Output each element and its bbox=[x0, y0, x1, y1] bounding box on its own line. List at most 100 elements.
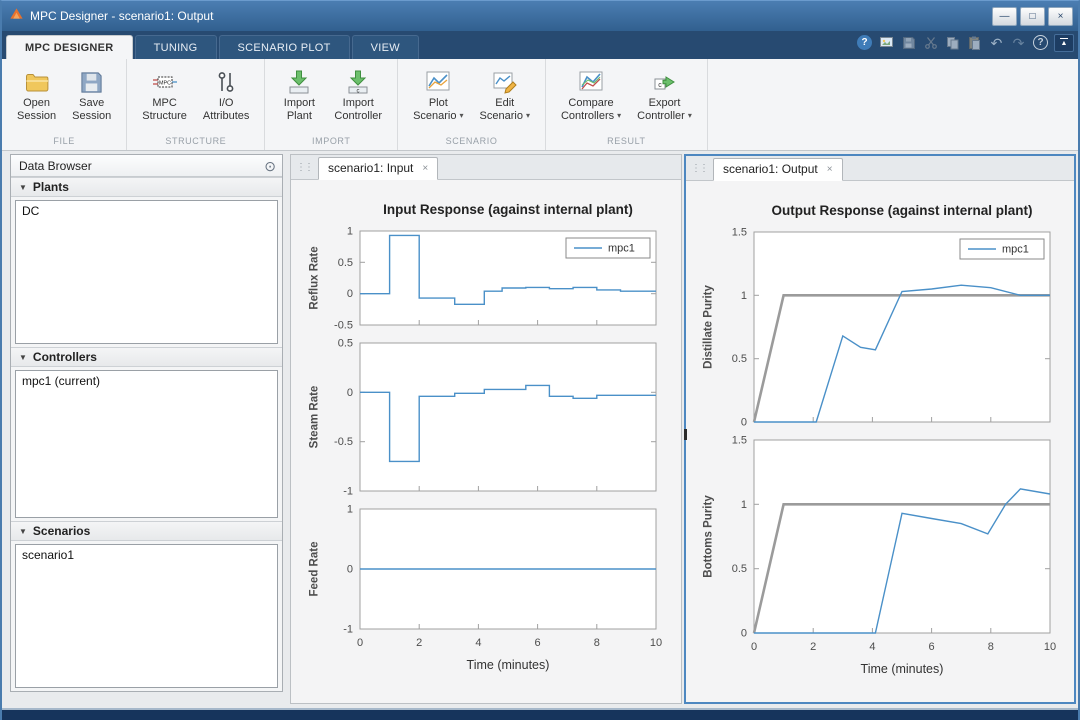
svg-text:Reflux Rate: Reflux Rate bbox=[309, 246, 321, 309]
subplot: 1.5 1 0.5 00 2 4 6 8 10 Bottoms Purity Time (minut… bbox=[703, 435, 1057, 677]
collapse-ribbon-icon: ▲ bbox=[1060, 40, 1068, 48]
undo-icon[interactable]: ↶ bbox=[988, 34, 1005, 51]
copy-icon[interactable] bbox=[944, 34, 961, 51]
import-plant-button[interactable]: Import Plant bbox=[274, 64, 324, 125]
mpc-structure-button[interactable]: MPC MPC Structure bbox=[136, 64, 193, 125]
svg-text:1.5: 1.5 bbox=[732, 227, 747, 239]
open-session-icon bbox=[24, 68, 50, 96]
svg-text:Time (minutes): Time (minutes) bbox=[861, 662, 944, 676]
controllers-section-header[interactable]: ▼ Controllers bbox=[11, 347, 282, 367]
import-controller-icon: c bbox=[345, 68, 371, 96]
input-response-title: Input Response (against internal plant) bbox=[383, 202, 633, 217]
maximize-button[interactable]: □ bbox=[1020, 6, 1045, 26]
tab-scenario1-output[interactable]: scenario1: Output × bbox=[713, 158, 843, 181]
group-label-structure: STRUCTURE bbox=[165, 136, 227, 146]
minimize-ribbon-button[interactable]: ▲ bbox=[1054, 33, 1074, 52]
svg-text:2: 2 bbox=[810, 641, 816, 653]
import-controller-button[interactable]: c Import Controller bbox=[328, 64, 388, 125]
paste-icon[interactable] bbox=[966, 34, 983, 51]
compare-controllers-button[interactable]: Compare Controllers ▾ bbox=[555, 64, 627, 125]
ribbon-group-import: Import Plant c Import Controller IMPORT bbox=[265, 59, 399, 150]
button-label-line: Structure bbox=[142, 109, 187, 122]
scenarios-section-header[interactable]: ▼ Scenarios bbox=[11, 521, 282, 541]
button-label-text: Scenario bbox=[413, 109, 457, 122]
tab-label: scenario1: Input bbox=[328, 161, 414, 175]
io-attributes-button[interactable]: I/O Attributes bbox=[197, 64, 255, 125]
group-label-result: RESULT bbox=[607, 136, 646, 146]
export-controller-button[interactable]: c Export Controller ▾ bbox=[631, 64, 698, 125]
button-label-line: Import bbox=[342, 97, 374, 109]
button-label-line: Controller bbox=[334, 109, 383, 122]
plant-list-item[interactable]: DC bbox=[16, 201, 277, 221]
cut-icon[interactable] bbox=[922, 34, 939, 51]
output-response-plots: 1.5 1 0.5 0 mpc1 Distillate Purity 1.5 1 0.5 0 0 2 4… bbox=[694, 226, 1066, 679]
svg-text:0: 0 bbox=[347, 564, 353, 576]
button-label-line: MPC bbox=[152, 97, 177, 109]
export-controller-icon: c bbox=[652, 68, 678, 96]
tab-label: scenario1: Output bbox=[723, 162, 818, 176]
tab-scenario-plot[interactable]: SCENARIO PLOT bbox=[218, 35, 350, 59]
svg-text:1: 1 bbox=[741, 290, 747, 302]
data-browser-title: Data Browser bbox=[19, 158, 92, 173]
drag-handle-icon[interactable]: ⋮⋮ bbox=[296, 162, 314, 173]
panel-options-button[interactable]: ⊙ bbox=[264, 159, 276, 173]
tab-tuning[interactable]: TUNING bbox=[134, 35, 217, 59]
mpc-designer-window: MPC Designer - scenario1: Output — □ × M… bbox=[0, 0, 1080, 720]
main-area: Data Browser ⊙ ▼ Plants DC ▼ Controllers… bbox=[2, 151, 1078, 708]
controller-list-item[interactable]: mpc1 (current) bbox=[16, 371, 277, 391]
subplot: 10-10 2 4 6 8 10Feed RateTime (minutes) bbox=[309, 504, 663, 673]
splitter-handle[interactable] bbox=[684, 429, 687, 440]
svg-text:mpc1: mpc1 bbox=[1002, 244, 1029, 256]
svg-text:-1: -1 bbox=[343, 624, 353, 636]
svg-text:2: 2 bbox=[416, 637, 422, 649]
data-browser-panel: Data Browser ⊙ ▼ Plants DC ▼ Controllers… bbox=[10, 154, 283, 692]
plants-section-header[interactable]: ▼ Plants bbox=[11, 177, 282, 197]
compare-controllers-icon bbox=[578, 68, 604, 96]
data-browser-header: Data Browser ⊙ bbox=[11, 155, 282, 177]
drag-handle-icon[interactable]: ⋮⋮ bbox=[691, 163, 709, 174]
plot-scenario-button[interactable]: Plot Scenario ▾ bbox=[407, 64, 469, 125]
button-label-text: Scenario bbox=[479, 109, 523, 122]
dropdown-arrow-icon: ▾ bbox=[687, 110, 692, 120]
open-session-button[interactable]: Open Session bbox=[11, 64, 62, 125]
button-label-line: Save bbox=[79, 97, 105, 109]
svg-text:6: 6 bbox=[929, 641, 935, 653]
tab-mpc-designer[interactable]: MPC DESIGNER bbox=[6, 35, 133, 59]
help-circle-icon[interactable]: ? bbox=[1032, 34, 1049, 51]
import-plant-icon bbox=[286, 68, 312, 96]
group-label-import: IMPORT bbox=[312, 136, 351, 146]
screenshot-icon[interactable] bbox=[878, 34, 895, 51]
quick-access-toolbar: ? ↶ ↷ ? ▲ bbox=[856, 31, 1074, 59]
button-label-line: Scenario ▾ bbox=[413, 110, 463, 123]
svg-text:1: 1 bbox=[347, 504, 353, 516]
save-session-button[interactable]: Save Session bbox=[66, 64, 117, 125]
button-label-line: Controllers ▾ bbox=[561, 110, 621, 123]
edit-scenario-button[interactable]: Edit Scenario ▾ bbox=[474, 64, 536, 125]
minimize-button[interactable]: — bbox=[992, 6, 1017, 26]
save-icon[interactable] bbox=[900, 34, 917, 51]
plants-list[interactable]: DC bbox=[15, 200, 278, 344]
close-button[interactable]: × bbox=[1048, 6, 1073, 26]
plants-section-label: Plants bbox=[32, 180, 69, 194]
tab-view[interactable]: VIEW bbox=[351, 35, 419, 59]
save-session-icon bbox=[79, 68, 104, 96]
ribbon-group-scenario: Plot Scenario ▾ Edit Scenario ▾ SCENARIO bbox=[398, 59, 546, 150]
button-label-line: Plot bbox=[428, 97, 448, 109]
help-icon[interactable]: ? bbox=[856, 34, 873, 51]
scenario-list-item[interactable]: scenario1 bbox=[16, 545, 277, 565]
mpc-structure-icon: MPC bbox=[152, 68, 178, 96]
scenarios-list[interactable]: scenario1 bbox=[15, 544, 278, 688]
close-tab-icon[interactable]: × bbox=[422, 163, 428, 174]
close-tab-icon[interactable]: × bbox=[827, 164, 833, 175]
svg-text:Distillate Purity: Distillate Purity bbox=[703, 285, 715, 369]
svg-text:0: 0 bbox=[741, 628, 747, 640]
ribbon-group-result: Compare Controllers ▾ c Export Controller… bbox=[546, 59, 708, 150]
tab-scenario1-input[interactable]: scenario1: Input × bbox=[318, 157, 439, 180]
subplot: 1 0.5 0 -0.5 mpc1 Reflux Rate bbox=[309, 226, 657, 332]
controllers-list[interactable]: mpc1 (current) bbox=[15, 370, 278, 518]
svg-text:Feed Rate: Feed Rate bbox=[309, 542, 321, 597]
redo-icon[interactable]: ↷ bbox=[1010, 34, 1027, 51]
ribbon-group-structure: MPC MPC Structure I/O Attributes STRUCTU… bbox=[127, 59, 266, 150]
svg-text:10: 10 bbox=[650, 637, 662, 649]
button-label-line: Export bbox=[648, 97, 681, 109]
